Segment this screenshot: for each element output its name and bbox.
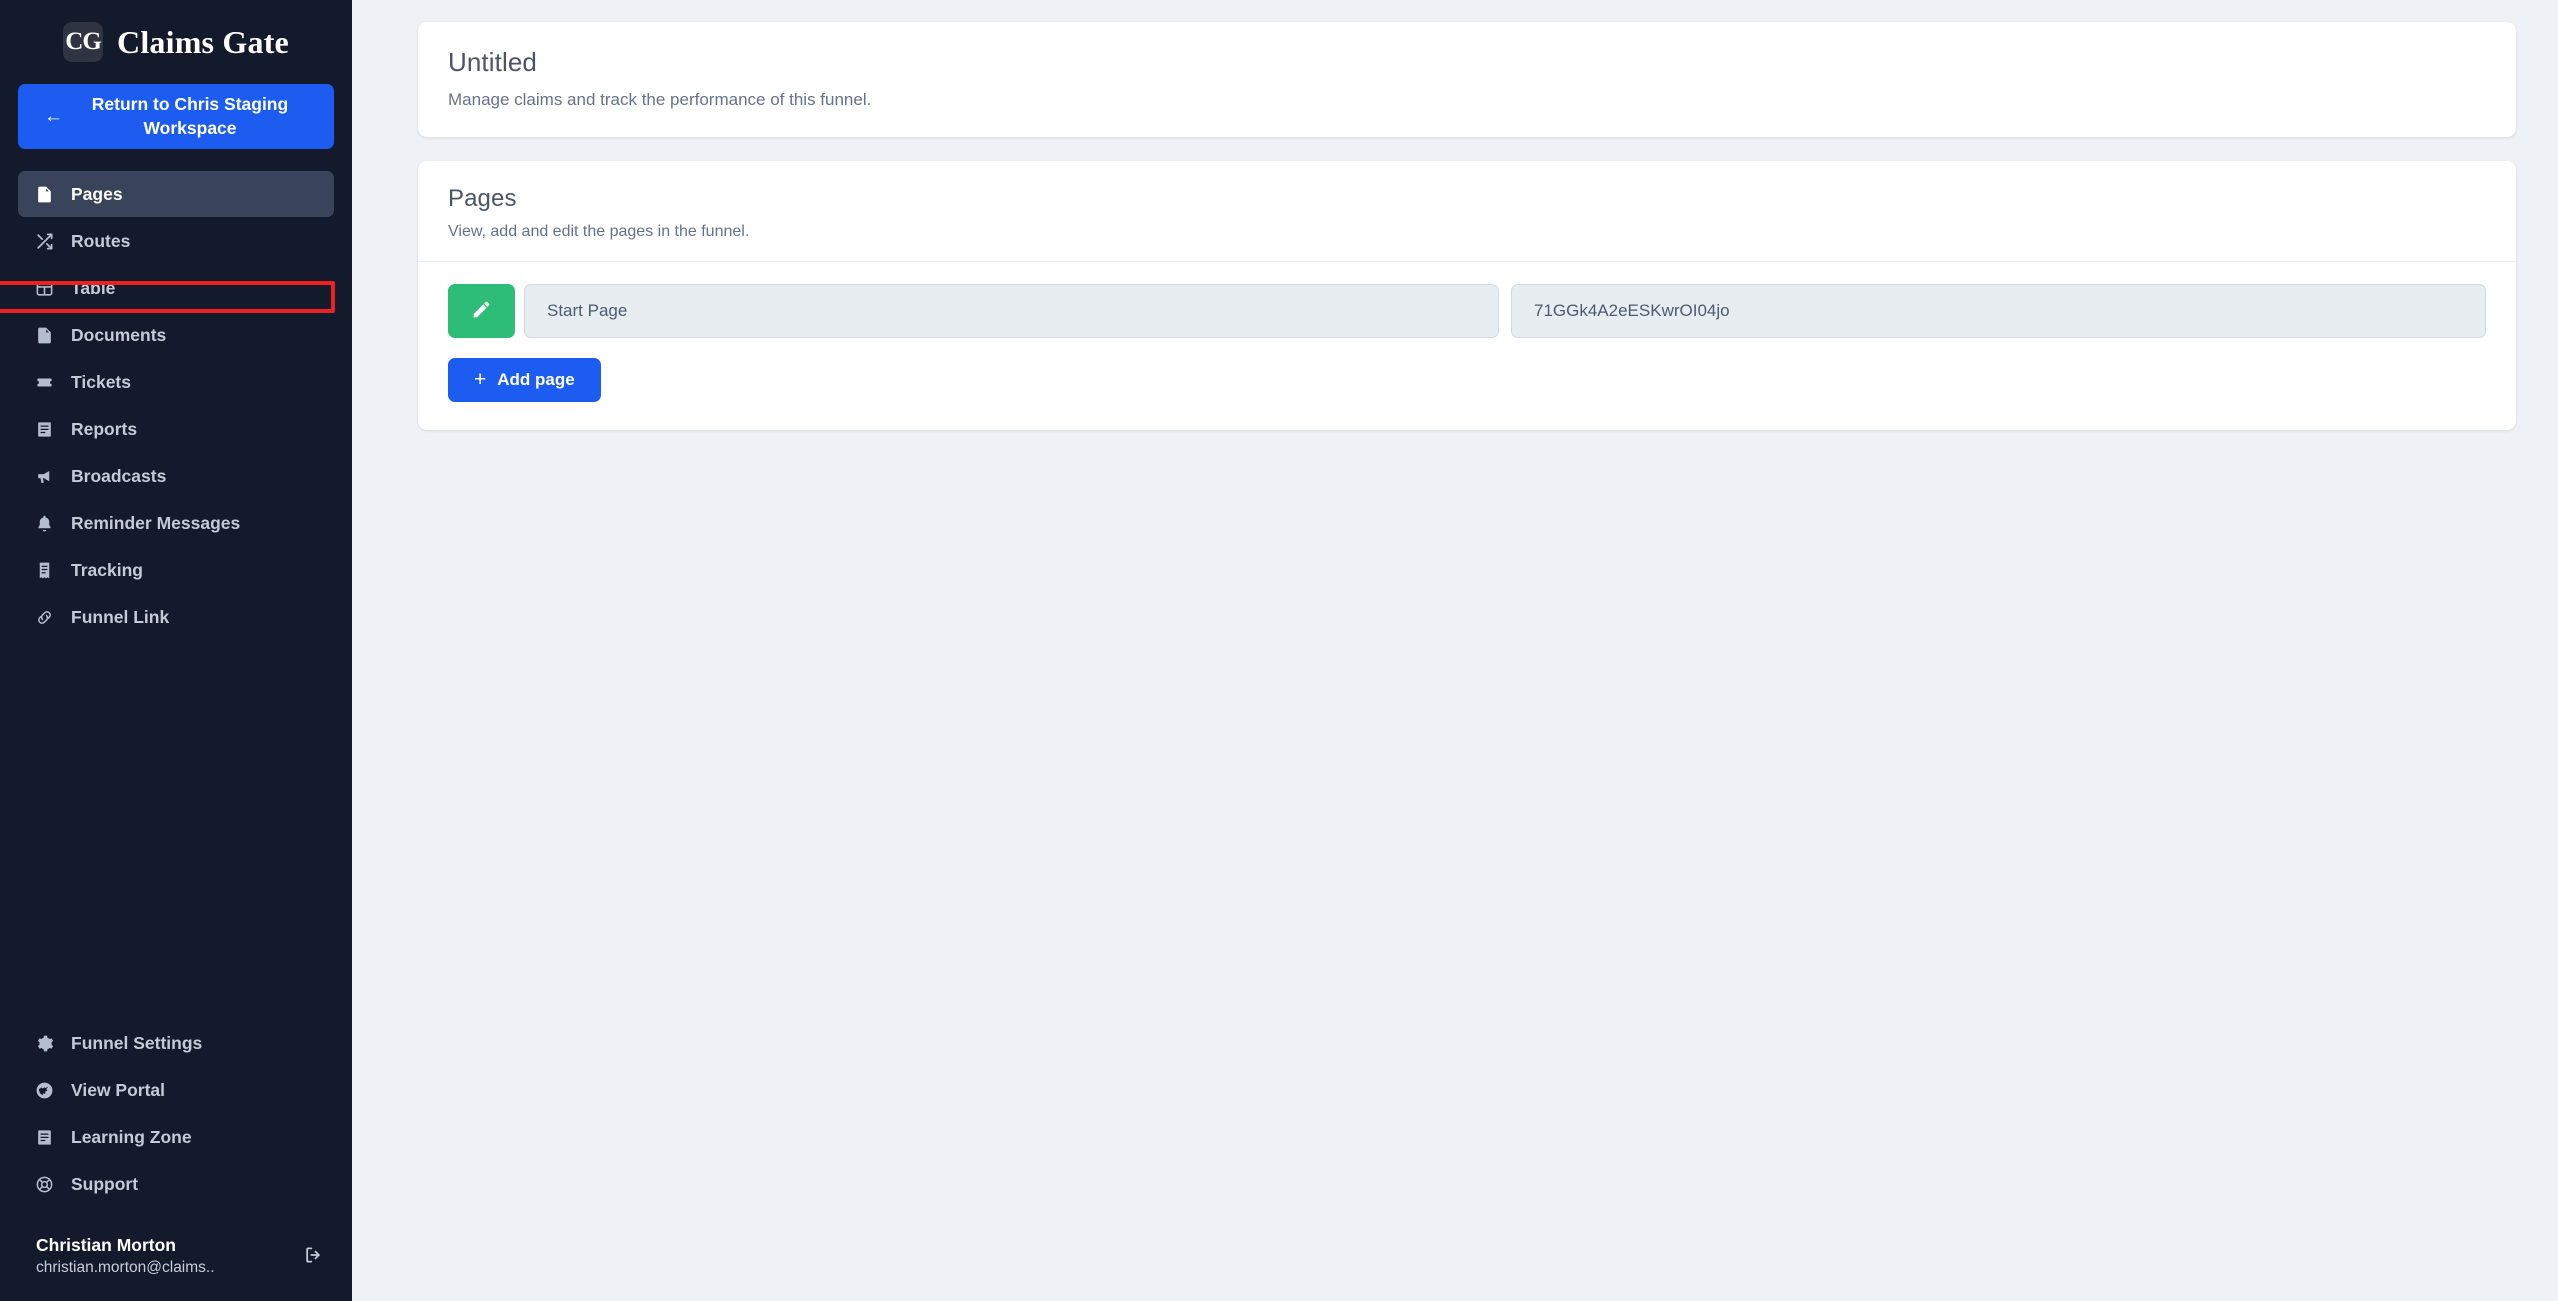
sidebar-item-label: Tickets	[71, 371, 131, 392]
pages-card-header: Pages View, add and edit the pages in th…	[418, 161, 2516, 262]
sidebar-item-table[interactable]: Table	[18, 265, 334, 311]
sidebar-item-tickets[interactable]: Tickets	[18, 359, 334, 405]
page-row	[448, 283, 2486, 338]
sidebar-item-broadcasts[interactable]: Broadcasts	[18, 453, 334, 499]
claims-gate-logo-icon: CG	[63, 22, 104, 62]
page-name-input[interactable]	[524, 283, 1499, 338]
main-content: Untitled Manage claims and track the per…	[352, 0, 2558, 1301]
pages-title: Pages	[448, 184, 517, 212]
ticket-icon	[35, 373, 54, 392]
sidebar-item-reports[interactable]: Reports	[18, 406, 334, 452]
page-title: Untitled	[448, 47, 537, 77]
primary-navigation: Pages Routes Table Documents Tickets Rep…	[0, 171, 352, 641]
sidebar-item-funnel-link[interactable]: Funnel Link	[18, 594, 334, 640]
sidebar-item-reminder-messages[interactable]: Reminder Messages	[18, 500, 334, 546]
user-name: Christian Morton	[36, 1235, 176, 1256]
sidebar-item-label: Tracking	[71, 559, 143, 580]
bell-icon	[35, 514, 54, 533]
document-icon	[35, 185, 54, 204]
add-page-button[interactable]: + Add page	[448, 357, 601, 402]
sidebar-item-label: Reports	[71, 418, 138, 439]
sidebar-item-label: Routes	[71, 230, 131, 251]
sidebar-item-label: Documents	[71, 324, 167, 345]
sidebar-item-documents[interactable]: Documents	[18, 312, 334, 358]
sidebar: CG Claims Gate ← Return to Chris Staging…	[0, 0, 352, 1301]
sidebar-item-label: Learning Zone	[71, 1126, 192, 1147]
document-icon	[35, 326, 54, 345]
sidebar-item-label: View Portal	[71, 1079, 166, 1100]
book-icon	[35, 1128, 54, 1147]
sidebar-item-view-portal[interactable]: View Portal	[18, 1067, 334, 1113]
pages-card: Pages View, add and edit the pages in th…	[418, 160, 2516, 430]
sidebar-item-routes[interactable]: Routes	[18, 218, 334, 264]
plus-icon: +	[474, 368, 487, 392]
user-profile: Christian Morton christian.morton@claims…	[0, 1218, 352, 1301]
gear-icon	[35, 1034, 54, 1053]
pages-subtitle: View, add and edit the pages in the funn…	[448, 223, 750, 241]
sidebar-item-label: Table	[71, 277, 116, 298]
add-page-label: Add page	[497, 369, 575, 389]
sidebar-item-support[interactable]: Support	[18, 1161, 334, 1207]
report-icon	[35, 420, 54, 439]
brand-logo: CG Claims Gate	[0, 0, 352, 80]
lifebuoy-icon	[35, 1175, 54, 1194]
globe-icon	[35, 1081, 54, 1100]
sidebar-item-label: Broadcasts	[71, 465, 167, 486]
user-info: Christian Morton christian.morton@claims…	[36, 1234, 286, 1279]
page-id-input[interactable]	[1511, 283, 2486, 338]
sidebar-item-pages[interactable]: Pages	[18, 171, 334, 218]
receipt-icon	[35, 561, 54, 580]
pages-list: + Add page	[418, 262, 2516, 402]
pencil-icon	[471, 299, 492, 323]
page-subtitle: Manage claims and track the performance …	[448, 89, 872, 109]
sidebar-item-label: Reminder Messages	[71, 512, 241, 533]
sidebar-item-label: Funnel Settings	[71, 1032, 203, 1053]
secondary-navigation: Funnel Settings View Portal Learning Zon…	[0, 1020, 352, 1218]
logout-icon	[303, 1245, 323, 1268]
funnel-header-card: Untitled Manage claims and track the per…	[418, 22, 2516, 137]
sidebar-item-funnel-settings[interactable]: Funnel Settings	[18, 1020, 334, 1066]
user-email: christian.morton@claims..	[36, 1259, 215, 1277]
arrow-left-icon: ←	[44, 106, 63, 128]
return-to-workspace-button[interactable]: ← Return to Chris Staging Workspace	[18, 84, 334, 150]
sidebar-item-label: Support	[71, 1173, 139, 1194]
brand-name: Claims Gate	[117, 23, 289, 60]
link-icon	[35, 608, 54, 627]
sidebar-item-learning-zone[interactable]: Learning Zone	[18, 1114, 334, 1160]
return-to-workspace-label: Return to Chris Staging Workspace	[91, 94, 289, 138]
logout-button[interactable]	[298, 1242, 328, 1272]
edit-page-button[interactable]	[448, 283, 515, 338]
sidebar-item-label: Funnel Link	[71, 606, 170, 627]
sidebar-item-label: Pages	[71, 183, 123, 204]
shuffle-icon	[35, 232, 54, 251]
megaphone-icon	[35, 467, 54, 486]
table-icon	[35, 279, 54, 298]
sidebar-item-tracking[interactable]: Tracking	[18, 547, 334, 593]
